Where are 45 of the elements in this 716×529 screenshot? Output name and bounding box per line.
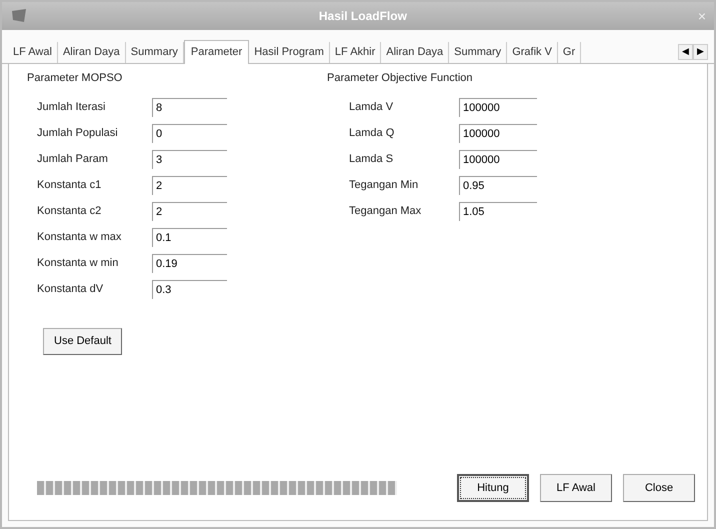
input-field[interactable]: 8 xyxy=(152,98,227,116)
input-field[interactable]: 100000 xyxy=(459,98,537,116)
tab[interactable]: Grafik V xyxy=(507,42,558,62)
tab[interactable]: Aliran Daya xyxy=(58,42,126,62)
tab[interactable]: Summary xyxy=(449,42,508,62)
tab[interactable]: LF Akhir xyxy=(330,42,382,62)
field-label: Konstanta w min xyxy=(37,256,120,271)
tab-scroll-button[interactable]: ▶ xyxy=(693,44,708,60)
input-field[interactable]: 0 xyxy=(152,124,227,142)
tab[interactable]: Gr xyxy=(558,42,582,62)
field-label: Tegangan Max xyxy=(349,204,422,219)
app-icon xyxy=(10,8,28,24)
input-field[interactable]: 2 xyxy=(152,176,227,194)
field-label: Konstanta c2 xyxy=(37,204,102,219)
field-label: Jumlah Populasi xyxy=(37,126,119,141)
field-label: Jumlah Iterasi xyxy=(37,100,106,115)
default-button[interactable]: Use Default xyxy=(43,328,122,354)
field-label: Konstanta c1 xyxy=(37,178,102,193)
group-title: Parameter Objective Function xyxy=(327,70,474,86)
field-label: Lamda V xyxy=(349,100,394,115)
tab-scroll-button[interactable]: ◀ xyxy=(678,44,693,60)
input-field[interactable]: 3 xyxy=(152,150,227,168)
input-field[interactable]: 1.05 xyxy=(459,202,537,220)
field-label: Jumlah Param xyxy=(37,152,109,167)
input-field[interactable]: 0.3 xyxy=(152,280,227,298)
tab[interactable]: LF Awal xyxy=(8,42,58,62)
action-button[interactable]: Close xyxy=(623,474,695,502)
tab[interactable]: Aliran Daya xyxy=(381,42,450,62)
input-field[interactable]: 0.1 xyxy=(152,228,227,246)
input-field[interactable]: 2 xyxy=(152,202,227,220)
window-title: Hasil LoadFlow xyxy=(318,8,408,25)
input-field[interactable]: 100000 xyxy=(459,124,537,142)
action-button[interactable]: Hitung xyxy=(457,474,529,502)
field-label: Tegangan Min xyxy=(349,178,420,193)
tab[interactable]: Hasil Program xyxy=(249,42,330,62)
input-field[interactable]: 0.95 xyxy=(459,176,537,194)
field-label: Lamda S xyxy=(349,152,394,167)
group-title: Parameter MOPSO xyxy=(27,70,124,86)
field-label: Konstanta w max xyxy=(37,230,122,245)
input-field[interactable]: 100000 xyxy=(459,150,537,168)
action-button[interactable]: LF Awal xyxy=(540,474,612,502)
field-label: Lamda Q xyxy=(349,126,396,141)
field-label: Konstanta dV xyxy=(37,282,104,297)
tab[interactable]: Parameter xyxy=(184,40,250,64)
input-field[interactable]: 0.19 xyxy=(152,254,227,272)
